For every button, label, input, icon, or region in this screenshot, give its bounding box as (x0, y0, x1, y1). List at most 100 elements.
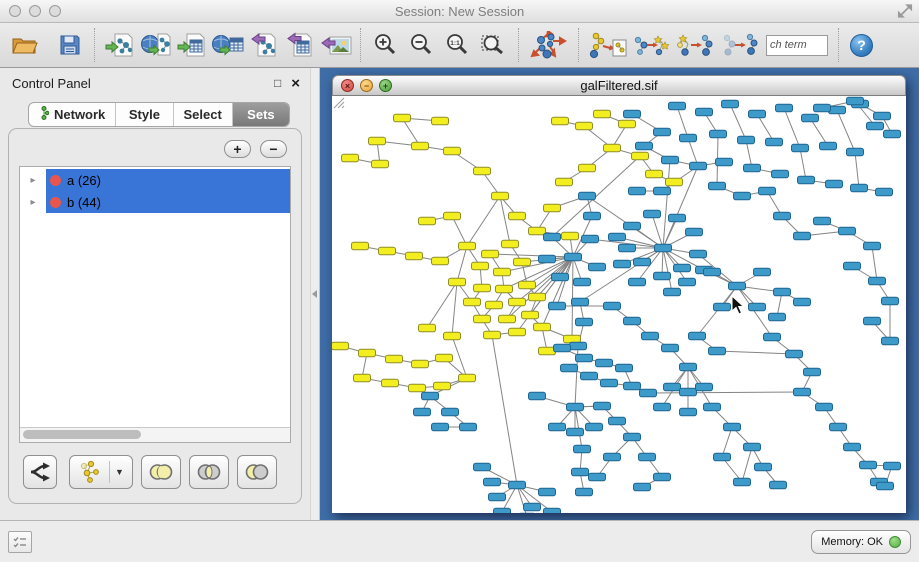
network-node[interactable] (432, 257, 449, 265)
zoom-fit-selected-button[interactable] (477, 26, 511, 64)
network-node[interactable] (704, 403, 721, 411)
network-node[interactable] (714, 453, 731, 461)
network-node[interactable] (604, 144, 621, 152)
import-table-web-button[interactable] (211, 26, 245, 64)
network-node[interactable] (820, 142, 837, 150)
network-node[interactable] (662, 344, 679, 352)
network-node[interactable] (486, 301, 503, 309)
import-network-file-button[interactable] (103, 26, 137, 64)
network-node[interactable] (570, 342, 587, 350)
network-node[interactable] (444, 147, 461, 155)
network-node[interactable] (474, 284, 491, 292)
tab-network[interactable]: Network (29, 103, 116, 126)
network-edge[interactable] (717, 351, 794, 354)
network-node[interactable] (432, 117, 449, 125)
network-node[interactable] (774, 288, 791, 296)
network-node[interactable] (554, 344, 571, 352)
network-node[interactable] (386, 355, 403, 363)
network-edge[interactable] (457, 246, 467, 282)
network-node[interactable] (414, 408, 431, 416)
network-node[interactable] (636, 142, 653, 150)
network-node[interactable] (576, 354, 593, 362)
network-node[interactable] (509, 481, 526, 489)
deselect-faded-button[interactable] (719, 26, 761, 64)
network-node[interactable] (332, 342, 349, 350)
network-edge[interactable] (730, 104, 746, 140)
network-node[interactable] (432, 423, 449, 431)
network-node[interactable] (666, 178, 683, 186)
network-node[interactable] (680, 134, 697, 142)
network-node[interactable] (764, 333, 781, 341)
network-node[interactable] (567, 428, 584, 436)
network-node[interactable] (674, 264, 691, 272)
network-node[interactable] (754, 268, 771, 276)
network-node[interactable] (442, 408, 459, 416)
network-node[interactable] (544, 508, 561, 513)
network-node[interactable] (632, 152, 649, 160)
network-node[interactable] (444, 332, 461, 340)
network-node[interactable] (492, 192, 509, 200)
network-node[interactable] (372, 160, 389, 168)
network-node[interactable] (864, 317, 881, 325)
network-node[interactable] (830, 423, 847, 431)
network-node[interactable] (499, 315, 516, 323)
network-node[interactable] (460, 423, 477, 431)
network-node[interactable] (352, 242, 369, 250)
network-node[interactable] (766, 138, 783, 146)
network-node[interactable] (798, 176, 815, 184)
network-node[interactable] (576, 122, 593, 130)
network-node[interactable] (484, 331, 501, 339)
open-session-button[interactable] (7, 26, 41, 64)
network-node[interactable] (509, 212, 526, 220)
network-node[interactable] (565, 253, 582, 261)
network-node[interactable] (734, 192, 751, 200)
network-node[interactable] (624, 382, 641, 390)
network-node[interactable] (459, 242, 476, 250)
network-edge[interactable] (837, 110, 855, 152)
network-edge[interactable] (784, 108, 800, 148)
network-node[interactable] (729, 282, 746, 290)
network-node[interactable] (444, 212, 461, 220)
network-node[interactable] (614, 260, 631, 268)
network-node[interactable] (662, 156, 679, 164)
search-input[interactable] (766, 35, 828, 56)
network-node[interactable] (847, 148, 864, 156)
help-button[interactable]: ? (850, 34, 873, 57)
network-node[interactable] (539, 488, 556, 496)
network-node[interactable] (594, 402, 611, 410)
network-node[interactable] (494, 268, 511, 276)
network-node[interactable] (669, 214, 686, 222)
network-node[interactable] (634, 483, 651, 491)
network-node[interactable] (884, 130, 901, 138)
network-node[interactable] (406, 252, 423, 260)
network-node[interactable] (572, 298, 589, 306)
export-table-button[interactable] (283, 26, 317, 64)
network-node[interactable] (584, 212, 601, 220)
network-node[interactable] (601, 379, 618, 387)
export-image-button[interactable] (319, 26, 353, 64)
network-node[interactable] (654, 403, 671, 411)
split-set-button[interactable] (23, 455, 57, 489)
save-session-button[interactable] (53, 26, 87, 64)
zoom-in-button[interactable] (369, 26, 403, 64)
set-list-item[interactable]: ▸ b (44) (20, 191, 290, 213)
network-edge[interactable] (502, 257, 573, 272)
network-node[interactable] (436, 354, 453, 362)
network-window[interactable]: × − + galFiltered.sif (332, 75, 906, 513)
network-node[interactable] (749, 303, 766, 311)
network-node[interactable] (709, 347, 726, 355)
network-node[interactable] (594, 110, 611, 118)
network-node[interactable] (847, 97, 864, 105)
network-node[interactable] (589, 263, 606, 271)
network-node[interactable] (874, 112, 891, 120)
import-table-file-button[interactable] (175, 26, 209, 64)
network-node[interactable] (882, 337, 899, 345)
network-node[interactable] (654, 272, 671, 280)
memory-status-button[interactable]: Memory: OK (811, 530, 911, 554)
create-set-from-network-button[interactable]: ▼ (69, 455, 133, 489)
network-node[interactable] (524, 503, 541, 511)
tab-select[interactable]: Select (174, 103, 233, 126)
float-panel-icon[interactable]: □ (274, 76, 281, 90)
network-edge[interactable] (467, 196, 500, 246)
network-node[interactable] (714, 303, 731, 311)
